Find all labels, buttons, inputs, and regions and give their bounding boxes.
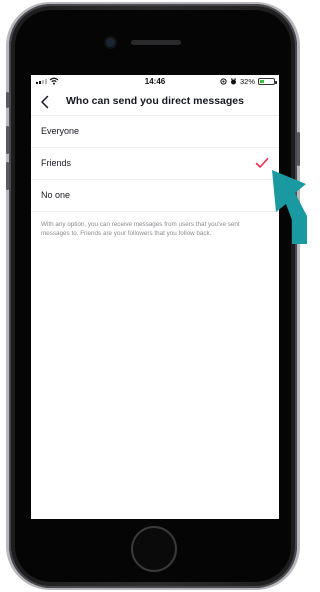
volume-down-button — [6, 162, 9, 190]
alarm-icon — [230, 78, 236, 85]
page-title: Who can send you direct messages — [66, 95, 244, 107]
location-icon — [220, 78, 227, 85]
power-button — [297, 132, 300, 166]
front-camera — [106, 38, 115, 47]
info-note: With any option, you can receive message… — [41, 221, 240, 237]
option-label: Everyone — [41, 126, 80, 136]
mute-switch — [6, 92, 9, 108]
earpiece-speaker — [131, 40, 181, 45]
phone-screen: 14:46 32% Who can send you direct messag… — [31, 75, 279, 519]
option-label: Friends — [41, 158, 72, 168]
option-no-one[interactable]: No one — [31, 180, 279, 212]
option-friends[interactable]: Friends — [31, 148, 279, 180]
home-button[interactable] — [131, 526, 177, 572]
options-list: Everyone Friends No one — [31, 116, 279, 212]
option-everyone[interactable]: Everyone — [31, 116, 279, 148]
status-bar: 14:46 32% — [31, 75, 279, 89]
volume-up-button — [6, 126, 9, 154]
battery-percent: 32% — [239, 77, 255, 86]
battery-icon — [258, 78, 277, 85]
option-label: No one — [41, 190, 71, 200]
pointer-arrow-icon — [272, 170, 307, 244]
status-right: 32% — [220, 77, 277, 86]
header-bar: Who can send you direct messages — [31, 89, 279, 116]
